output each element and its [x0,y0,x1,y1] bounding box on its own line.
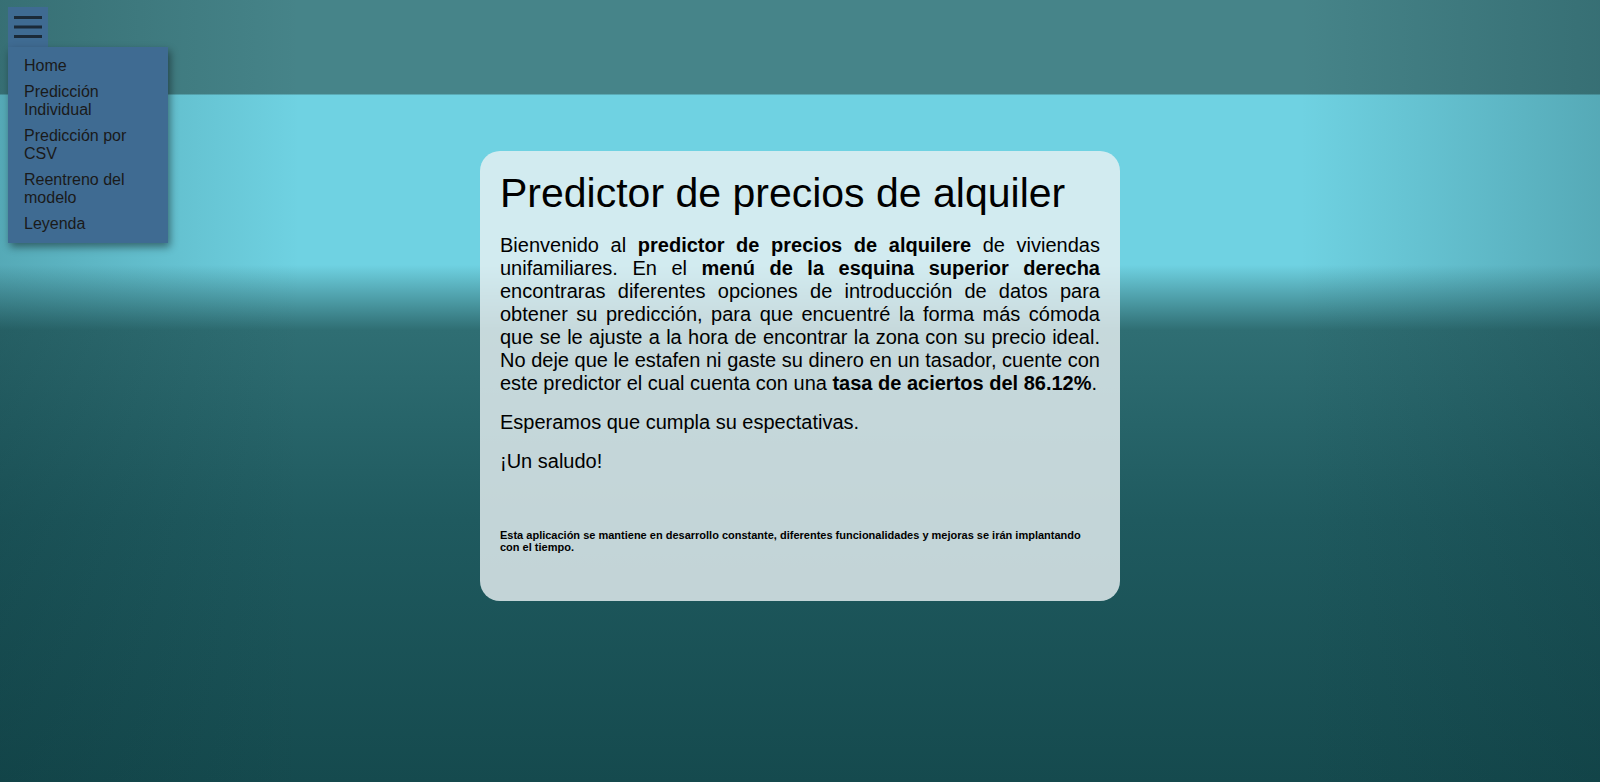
welcome-card: Predictor de precios de alquiler Bienveni… [480,151,1120,601]
content: Predictor de precios de alquiler Bienveni… [0,0,1600,601]
menu-item[interactable]: Predicción Individual [8,79,168,123]
menu-item[interactable]: Home [8,53,168,79]
menu-item[interactable]: Reentreno del modelo [8,167,168,211]
title: Predictor de precios de alquiler [500,169,1100,217]
intro-segment: tasa de aciertos del 86.12% [832,372,1091,394]
paragraph: ¡Un saludo! [500,450,1100,473]
page: Predictor de precios de alquiler Bienveni… [0,0,1600,782]
intro-segment: menú de la esquina superior derecha [702,257,1100,279]
menu-button[interactable] [8,7,48,47]
menu-item[interactable]: Leyenda [8,211,168,237]
footnote: Esta aplicación se mantiene en desarroll… [500,529,1100,553]
intro-paragraph: Bienvenido al predictor de precios de al… [500,234,1100,395]
paragraph: Esperamos que cumpla su espectativas. [500,411,1100,434]
intro-segment: predictor de precios de alquilere [638,234,971,256]
nav-menu: HomePredicción IndividualPredicción por … [8,47,168,243]
menu-item[interactable]: Predicción por CSV [8,123,168,167]
intro-segment: Bienvenido al [500,234,638,256]
hamburger-icon [13,12,43,42]
intro-segment: . [1091,372,1097,394]
